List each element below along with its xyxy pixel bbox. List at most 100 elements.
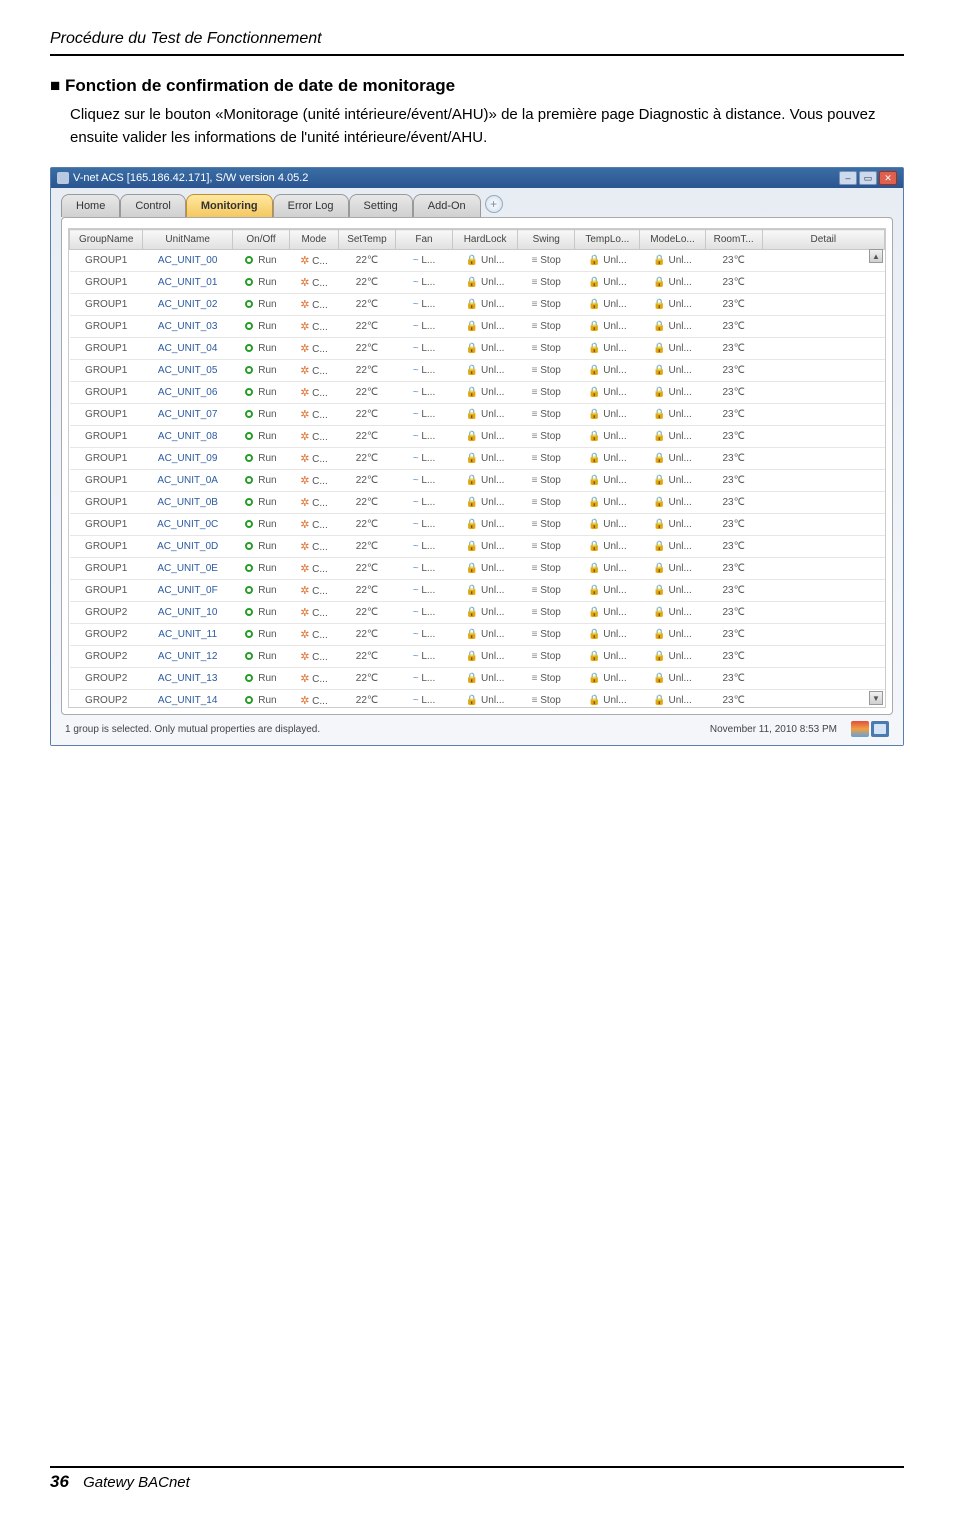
fan-icon: ~ (413, 497, 419, 508)
lock-icon: 🔒 (588, 387, 600, 398)
table-row[interactable]: GROUP1AC_UNIT_01 Run✲ C...22℃~ L...🔒 Unl… (70, 272, 885, 294)
unit-table: GroupNameUnitNameOn/OffModeSetTempFanHar… (69, 229, 885, 708)
table-row[interactable]: GROUP2AC_UNIT_14 Run✲ C...22℃~ L...🔒 Unl… (70, 690, 885, 709)
run-icon (245, 586, 253, 594)
col-header[interactable]: Detail (762, 230, 884, 250)
cell-settemp: 22℃ (338, 360, 395, 382)
app-icon (57, 172, 69, 184)
lock-icon: 🔒 (588, 695, 600, 706)
cell-hardlock: 🔒 Unl... (453, 690, 518, 709)
run-icon (245, 300, 253, 308)
cell-roomt: 23℃ (705, 338, 762, 360)
lock-icon: 🔒 (653, 541, 665, 552)
table-row[interactable]: GROUP1AC_UNIT_06 Run✲ C...22℃~ L...🔒 Unl… (70, 382, 885, 404)
col-header[interactable]: ModeLo... (640, 230, 705, 250)
tab-error-log[interactable]: Error Log (273, 194, 349, 217)
lock-icon: 🔒 (653, 519, 665, 530)
cell-onoff: Run (232, 360, 289, 382)
status-flag-icon[interactable] (851, 721, 869, 737)
cell-detail (762, 624, 884, 646)
cell-detail (762, 558, 884, 580)
monitoring-panel: GroupNameUnitNameOn/OffModeSetTempFanHar… (61, 217, 893, 715)
table-row[interactable]: GROUP1AC_UNIT_0B Run✲ C...22℃~ L...🔒 Unl… (70, 492, 885, 514)
table-row[interactable]: GROUP1AC_UNIT_08 Run✲ C...22℃~ L...🔒 Unl… (70, 426, 885, 448)
lock-icon: 🔒 (653, 651, 665, 662)
swing-icon: ≡ (532, 321, 538, 332)
cell-hardlock: 🔒 Unl... (453, 624, 518, 646)
maximize-button[interactable]: ▭ (859, 171, 877, 185)
table-row[interactable]: GROUP1AC_UNIT_04 Run✲ C...22℃~ L...🔒 Unl… (70, 338, 885, 360)
run-icon (245, 696, 253, 704)
cell-fan: ~ L... (395, 646, 452, 668)
tab-monitoring[interactable]: Monitoring (186, 194, 273, 217)
cell-hardlock: 🔒 Unl... (453, 272, 518, 294)
cell-mode: ✲ C... (290, 360, 339, 382)
col-header[interactable]: Mode (290, 230, 339, 250)
lock-icon: 🔒 (588, 563, 600, 574)
close-button[interactable]: ✕ (879, 171, 897, 185)
table-row[interactable]: GROUP2AC_UNIT_13 Run✲ C...22℃~ L...🔒 Unl… (70, 668, 885, 690)
cell-detail (762, 382, 884, 404)
table-row[interactable]: GROUP1AC_UNIT_0C Run✲ C...22℃~ L...🔒 Unl… (70, 514, 885, 536)
tab-add-on[interactable]: Add-On (413, 194, 481, 217)
lock-icon: 🔒 (588, 541, 600, 552)
mode-icon: ✲ (300, 475, 309, 487)
table-row[interactable]: GROUP2AC_UNIT_11 Run✲ C...22℃~ L...🔒 Unl… (70, 624, 885, 646)
status-monitor-icon[interactable] (871, 721, 889, 737)
cell-onoff: Run (232, 624, 289, 646)
section-title: Fonction de confirmation de date de moni… (50, 76, 904, 96)
swing-icon: ≡ (532, 541, 538, 552)
fan-icon: ~ (413, 585, 419, 596)
tab-control[interactable]: Control (120, 194, 185, 217)
table-row[interactable]: GROUP2AC_UNIT_10 Run✲ C...22℃~ L...🔒 Unl… (70, 602, 885, 624)
titlebar[interactable]: V-net ACS [165.186.42.171], S/W version … (51, 168, 903, 188)
tab-setting[interactable]: Setting (349, 194, 413, 217)
cell-mode: ✲ C... (290, 602, 339, 624)
table-row[interactable]: GROUP1AC_UNIT_0D Run✲ C...22℃~ L...🔒 Unl… (70, 536, 885, 558)
lock-icon: 🔒 (588, 299, 600, 310)
scroll-up-button[interactable]: ▲ (869, 249, 883, 263)
table-row[interactable]: GROUP1AC_UNIT_0F Run✲ C...22℃~ L...🔒 Unl… (70, 580, 885, 602)
table-row[interactable]: GROUP1AC_UNIT_0A Run✲ C...22℃~ L...🔒 Unl… (70, 470, 885, 492)
col-header[interactable]: HardLock (453, 230, 518, 250)
swing-icon: ≡ (532, 563, 538, 574)
table-row[interactable]: GROUP1AC_UNIT_03 Run✲ C...22℃~ L...🔒 Unl… (70, 316, 885, 338)
table-row[interactable]: GROUP1AC_UNIT_00 Run✲ C...22℃~ L...🔒 Unl… (70, 250, 885, 272)
lock-icon: 🔒 (588, 365, 600, 376)
col-header[interactable]: GroupName (70, 230, 143, 250)
table-row[interactable]: GROUP1AC_UNIT_0E Run✲ C...22℃~ L...🔒 Unl… (70, 558, 885, 580)
cell-templo: 🔒 Unl... (575, 690, 640, 709)
cell-group: GROUP1 (70, 316, 143, 338)
cell-mode: ✲ C... (290, 624, 339, 646)
col-header[interactable]: TempLo... (575, 230, 640, 250)
cell-mode: ✲ C... (290, 316, 339, 338)
col-header[interactable]: On/Off (232, 230, 289, 250)
fan-icon: ~ (413, 629, 419, 640)
table-row[interactable]: GROUP1AC_UNIT_07 Run✲ C...22℃~ L...🔒 Unl… (70, 404, 885, 426)
col-header[interactable]: Swing (518, 230, 575, 250)
cell-detail (762, 250, 884, 272)
table-row[interactable]: GROUP1AC_UNIT_05 Run✲ C...22℃~ L...🔒 Unl… (70, 360, 885, 382)
col-header[interactable]: RoomT... (705, 230, 762, 250)
cell-modelo: 🔒 Unl... (640, 536, 705, 558)
lock-icon: 🔒 (466, 387, 478, 398)
table-row[interactable]: GROUP1AC_UNIT_02 Run✲ C...22℃~ L...🔒 Unl… (70, 294, 885, 316)
cell-unit: AC_UNIT_04 (143, 338, 233, 360)
minimize-button[interactable]: – (839, 171, 857, 185)
table-row[interactable]: GROUP2AC_UNIT_12 Run✲ C...22℃~ L...🔒 Unl… (70, 646, 885, 668)
cell-hardlock: 🔒 Unl... (453, 668, 518, 690)
col-header[interactable]: Fan (395, 230, 452, 250)
mode-icon: ✲ (300, 387, 309, 399)
scroll-down-button[interactable]: ▼ (869, 691, 883, 705)
col-header[interactable]: SetTemp (338, 230, 395, 250)
col-header[interactable]: UnitName (143, 230, 233, 250)
table-row[interactable]: GROUP1AC_UNIT_09 Run✲ C...22℃~ L...🔒 Unl… (70, 448, 885, 470)
cell-onoff: Run (232, 294, 289, 316)
cell-modelo: 🔒 Unl... (640, 250, 705, 272)
lock-icon: 🔒 (466, 321, 478, 332)
cell-detail (762, 602, 884, 624)
tab-home[interactable]: Home (61, 194, 120, 217)
tab-add-button[interactable]: + (485, 195, 503, 213)
fan-icon: ~ (413, 409, 419, 420)
lock-icon: 🔒 (653, 255, 665, 266)
